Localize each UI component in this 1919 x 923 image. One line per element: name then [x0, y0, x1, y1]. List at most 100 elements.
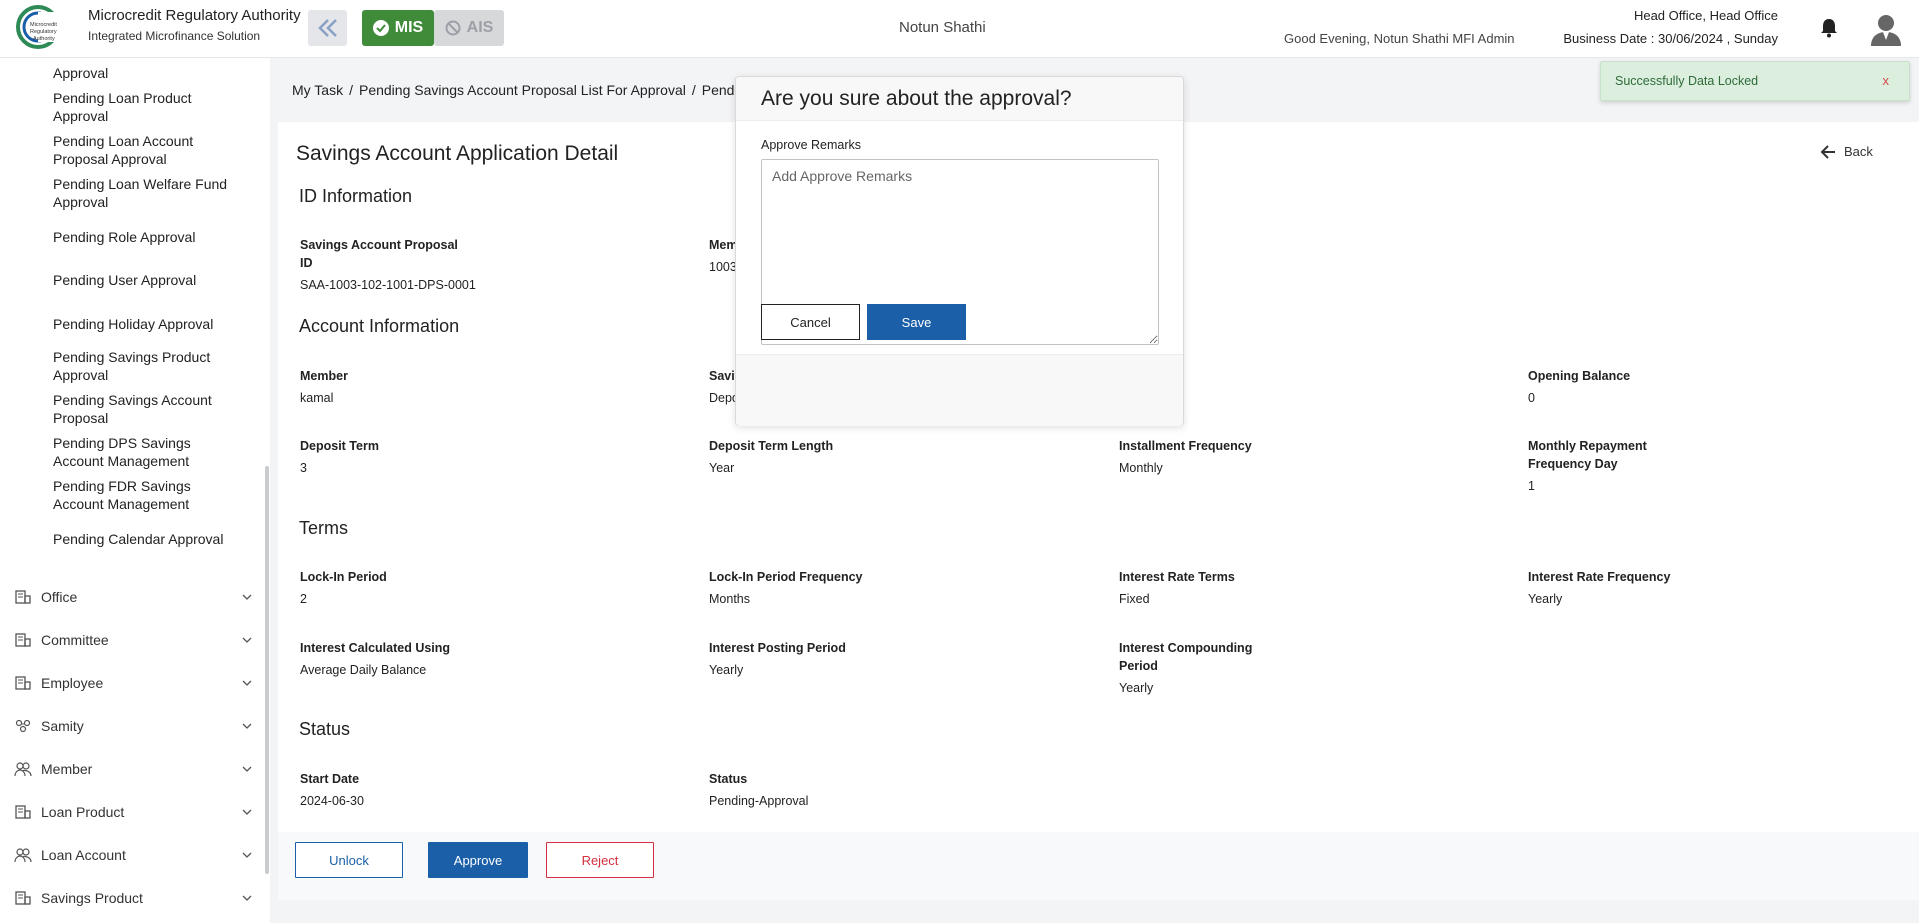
value-lock-in-period: 2	[300, 592, 307, 606]
toast-message: Successfully Data Locked	[1615, 74, 1759, 88]
users-icon	[14, 762, 32, 777]
modal-footer	[736, 354, 1183, 426]
sidebar-menu-label: Samity	[41, 718, 84, 734]
sidebar-item-pending-dps-savings[interactable]: Pending DPS Savings Account Management	[53, 434, 213, 470]
org-name: Microcredit Regulatory Authority	[88, 7, 301, 24]
back-button[interactable]: Back	[1820, 144, 1873, 159]
value-opening-balance: 0	[1528, 391, 1535, 405]
approve-remarks-label: Approve Remarks	[761, 138, 862, 152]
sidebar-menu-office[interactable]: Office	[14, 586, 254, 608]
mra-logo: Microcredit Regulatory Authority	[16, 5, 68, 49]
building-icon	[15, 805, 31, 819]
sidebar-item-pending-savings-account-proposal[interactable]: Pending Savings Account Proposal	[53, 391, 233, 427]
label-interest-posting: Interest Posting Period	[709, 641, 846, 655]
breadcrumb-separator: /	[349, 82, 353, 98]
bell-icon[interactable]	[1818, 17, 1840, 39]
label-installment-frequency: Installment Frequency	[1119, 439, 1252, 453]
modal-header: Are you sure about the approval?	[736, 77, 1183, 121]
value-lock-in-frequency: Months	[709, 592, 750, 606]
breadcrumb-pending-list[interactable]: Pending Savings Account Proposal List Fo…	[359, 82, 686, 98]
sidebar-item-pending-loan-product[interactable]: Pending Loan Product Approval	[53, 89, 223, 125]
chevron-down-icon	[242, 637, 252, 643]
mis-button[interactable]: MIS	[362, 10, 434, 46]
label-member: Member	[300, 369, 348, 383]
action-footer: Unlock Approve Reject	[278, 832, 1919, 900]
chevron-down-icon	[242, 594, 252, 600]
sidebar-item-pending-calendar[interactable]: Pending Calendar Approval	[53, 530, 223, 548]
value-deposit-term-length: Year	[709, 461, 735, 475]
sidebar-item-approval[interactable]: Approval	[53, 64, 108, 82]
approve-button[interactable]: Approve	[428, 842, 528, 878]
greeting-text: Good Evening, Notun Shathi MFI Admin	[1284, 31, 1515, 46]
building-icon	[15, 891, 31, 905]
top-header: Microcredit Regulatory Authority Microcr…	[0, 0, 1919, 58]
sidebar-menu-employee[interactable]: Employee	[14, 672, 254, 694]
toast-close-button[interactable]: x	[1883, 73, 1890, 88]
sidebar-item-pending-holiday[interactable]: Pending Holiday Approval	[53, 315, 213, 333]
group-icon	[15, 719, 31, 733]
value-start-date: 2024-06-30	[300, 794, 364, 808]
svg-text:Microcredit: Microcredit	[30, 22, 57, 28]
label-status: Status	[709, 772, 748, 786]
approval-modal: Are you sure about the approval? Approve…	[735, 76, 1184, 426]
chevron-down-icon	[242, 809, 252, 815]
sidebar-menu-loan-product[interactable]: Loan Product	[14, 801, 254, 823]
reject-button[interactable]: Reject	[546, 842, 654, 878]
section-terms: Terms	[299, 518, 348, 538]
sidebar-item-pending-savings-product[interactable]: Pending Savings Product Approval	[53, 348, 223, 384]
chevron-down-icon	[242, 852, 252, 858]
label-interest-calculated: Interest Calculated Using	[300, 641, 451, 655]
value-deposit-term: 3	[300, 461, 307, 475]
section-account-information: Account Information	[299, 316, 460, 336]
sidebar-menu-label: Savings Product	[41, 890, 143, 906]
unlock-button[interactable]: Unlock	[295, 842, 403, 878]
users-icon	[14, 848, 32, 863]
value-member: kamal	[300, 391, 334, 405]
sidebar-menu-member[interactable]: Member	[14, 758, 254, 780]
mis-label: MIS	[394, 19, 424, 36]
office-name: Head Office, Head Office	[1633, 8, 1778, 23]
sidebar-menu-label: Office	[41, 589, 78, 605]
modal-cancel-button[interactable]: Cancel	[761, 304, 860, 340]
sidebar-item-pending-loan-welfare-fund[interactable]: Pending Loan Welfare Fund Approval	[53, 175, 243, 211]
value-interest-calculated: Average Daily Balance	[300, 663, 427, 677]
collapse-sidebar-button[interactable]	[308, 10, 347, 46]
value-installment-frequency: Monthly	[1119, 461, 1163, 475]
ais-button[interactable]: AIS	[434, 10, 504, 46]
breadcrumb-separator: /	[691, 82, 696, 98]
label-deposit-term: Deposit Term	[300, 439, 379, 453]
sidebar-menu-loan-account[interactable]: Loan Account	[14, 844, 254, 866]
sidebar-menu-label: Loan Account	[41, 847, 126, 863]
org-subtitle: Integrated Microfinance Solution	[88, 29, 261, 43]
user-avatar-icon[interactable]	[1867, 10, 1905, 48]
sidebar-item-pending-user[interactable]: Pending User Approval	[53, 271, 196, 289]
label-monthly-repayment-day: Monthly Repayment Frequency Day	[1528, 439, 1647, 471]
chevron-down-icon	[242, 680, 252, 686]
value-interest-rate-terms: Fixed	[1119, 592, 1150, 606]
sidebar-menu-label: Employee	[41, 675, 104, 691]
value-monthly-repayment-day: 1	[1528, 479, 1535, 493]
modal-save-button[interactable]: Save	[867, 304, 966, 340]
label-member-id: Mem	[709, 238, 738, 252]
arrow-left-icon	[1820, 144, 1835, 159]
sidebar-menu-committee[interactable]: Committee	[14, 629, 254, 651]
sidebar-scrollbar[interactable]	[265, 466, 269, 874]
label-interest-compounding: Interest Compounding Period	[1119, 641, 1253, 673]
business-date: Business Date : 30/06/2024 , Sunday	[1563, 31, 1778, 46]
breadcrumb-my-task[interactable]: My Task	[292, 82, 343, 98]
sidebar-menu-savings-product[interactable]: Savings Product	[14, 887, 254, 909]
value-interest-posting: Yearly	[709, 663, 744, 677]
chevron-down-icon	[242, 895, 252, 901]
sidebar-menu-samity[interactable]: Samity	[14, 715, 254, 737]
label-deposit-term-length: Deposit Term Length	[709, 439, 834, 453]
chevron-down-icon	[242, 766, 252, 772]
success-toast: Successfully Data Locked x	[1600, 61, 1910, 101]
label-interest-rate-frequency: Interest Rate Frequency	[1528, 570, 1671, 584]
sidebar: Approval Pending Loan Product Approval P…	[0, 58, 270, 923]
sidebar-item-pending-fdr-savings[interactable]: Pending FDR Savings Account Management	[53, 477, 213, 513]
sidebar-item-pending-loan-account-proposal[interactable]: Pending Loan Account Proposal Approval	[53, 132, 223, 168]
value-proposal-id: SAA-1003-102-1001-DPS-0001	[300, 278, 476, 292]
chevron-down-icon	[242, 723, 252, 729]
sidebar-menu-label: Committee	[41, 632, 109, 648]
sidebar-item-pending-role[interactable]: Pending Role Approval	[53, 228, 195, 246]
